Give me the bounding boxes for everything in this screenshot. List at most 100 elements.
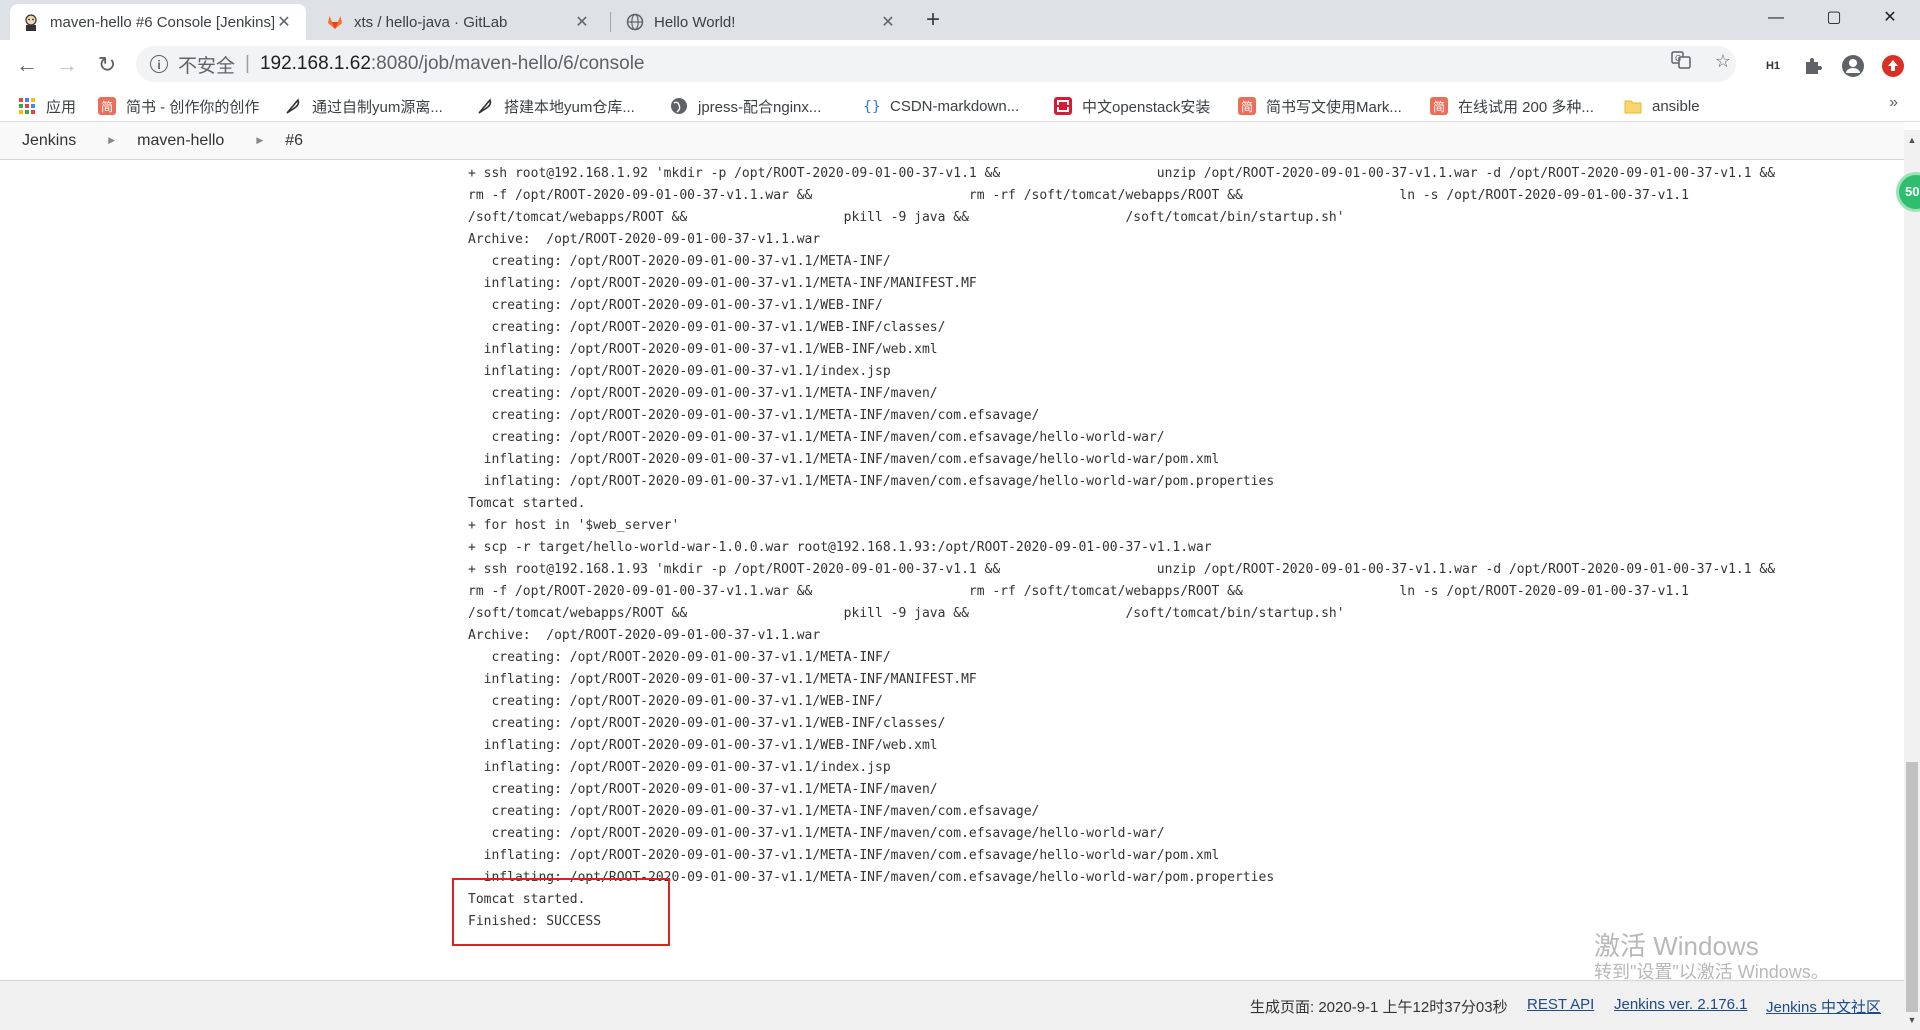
console-line: inflating: /opt/ROOT-2020-09-01-00-37-v1… (468, 364, 891, 379)
console-line: inflating: /opt/ROOT-2020-09-01-00-37-v1… (468, 452, 1220, 467)
bookmark-online-trial[interactable]: 简 在线试用 200 多种... (1430, 93, 1594, 119)
console-line: inflating: /opt/ROOT-2020-09-01-00-37-v1… (468, 870, 1275, 885)
address-path: :8080/job/maven-hello/6/console (370, 53, 645, 74)
console-line: creating: /opt/ROOT-2020-09-01-00-37-v1.… (468, 298, 883, 313)
browser-tab-strip: maven-hello #6 Console [Jenkins] ✕ xts /… (0, 0, 1920, 40)
console-line: creating: /opt/ROOT-2020-09-01-00-37-v1.… (468, 694, 883, 709)
address-bar[interactable]: i 不安全 | 192.168.1.62:8080/job/maven-hell… (136, 46, 1736, 82)
console-line: Tomcat started. (468, 892, 586, 907)
console-line: inflating: /opt/ROOT-2020-09-01-00-37-v1… (468, 738, 938, 753)
update-menu-icon[interactable] (1880, 53, 1906, 79)
openstack-icon (1054, 97, 1072, 115)
breadcrumb-job[interactable]: maven-hello (137, 132, 224, 150)
bookmark-label: 简书写文使用Mark... (1266, 98, 1402, 116)
gitlab-fox-icon (326, 13, 344, 31)
floating-badge[interactable]: 50 (1896, 172, 1920, 212)
console-output: + ssh root@192.168.1.92 'mkdir -p /opt/R… (468, 163, 1898, 933)
jenkins-butler-icon (22, 13, 40, 31)
new-tab-button[interactable]: + (918, 6, 948, 36)
feather-icon (284, 97, 302, 115)
globe-icon (670, 97, 688, 115)
jenkins-community-link[interactable]: Jenkins 中文社区 (1766, 996, 1881, 1017)
console-line: + for host in '$web_server' (468, 518, 680, 533)
tab-close-icon[interactable]: ✕ (572, 12, 592, 32)
breadcrumb: Jenkins ▶ maven-hello ▶ #6 (0, 122, 1904, 160)
console-line: rm -f /opt/ROOT-2020-09-01-00-37-v1.1.wa… (468, 584, 1689, 599)
bookmark-jianshu-create[interactable]: 简 简书 - 创作你的创作 (98, 93, 259, 119)
rest-api-link[interactable]: REST API (1527, 996, 1594, 1013)
tab-separator (610, 12, 611, 32)
console-line: creating: /opt/ROOT-2020-09-01-00-37-v1.… (468, 254, 891, 269)
bookmark-jpress[interactable]: jpress-配合nginx... (670, 93, 821, 119)
breadcrumb-jenkins[interactable]: Jenkins (22, 132, 76, 150)
account-avatar-icon[interactable] (1840, 53, 1866, 79)
tab-title: maven-hello #6 Console [Jenkins] (50, 13, 274, 31)
bookmark-label: 中文openstack安装 (1082, 98, 1211, 116)
console-line: Archive: /opt/ROOT-2020-09-01-00-37-v1.1… (468, 232, 821, 247)
jianshu-icon: 简 (98, 97, 116, 115)
bookmark-openstack[interactable]: 中文openstack安装 (1054, 93, 1210, 119)
tab-title: Hello World! (654, 13, 736, 31)
puzzle-extensions-icon[interactable] (1800, 53, 1826, 79)
bookmark-apps[interactable]: 应用 (18, 93, 76, 119)
bookmarks-bar: 应用 简 简书 - 创作你的创作 通过自制yum源离... 搭建本地yum仓库.… (0, 90, 1920, 122)
console-line: Tomcat started. (468, 496, 586, 511)
svg-text:G: G (1675, 54, 1681, 63)
console-line: inflating: /opt/ROOT-2020-09-01-00-37-v1… (468, 760, 891, 775)
page-footer: 生成页面: 2020-9-1 上午12时37分03秒 REST API Jenk… (0, 980, 1904, 1030)
bookmark-label: 应用 (46, 98, 77, 116)
folder-icon (1624, 97, 1642, 115)
console-line: creating: /opt/ROOT-2020-09-01-00-37-v1.… (468, 826, 1165, 841)
page-generated-time: 生成页面: 2020-9-1 上午12时37分03秒 (1250, 999, 1508, 1016)
bookmark-yum-offline[interactable]: 通过自制yum源离... (284, 93, 443, 119)
reload-button[interactable]: ↻ (92, 50, 122, 80)
jianshu-icon: 简 (1430, 97, 1448, 115)
scroll-down-arrow-icon[interactable]: ▼ (1904, 1012, 1920, 1028)
console-line: inflating: /opt/ROOT-2020-09-01-00-37-v1… (468, 474, 1275, 489)
console-line: creating: /opt/ROOT-2020-09-01-00-37-v1.… (468, 804, 1040, 819)
chevron-right-icon[interactable]: ▶ (256, 135, 263, 146)
minimize-button[interactable]: — (1748, 0, 1804, 36)
bookmark-jianshu-markdown[interactable]: 简 简书写文使用Mark... (1238, 93, 1402, 119)
bookmark-label: 在线试用 200 多种... (1458, 98, 1594, 116)
breadcrumb-build[interactable]: #6 (285, 132, 303, 150)
star-icon[interactable]: ☆ (1712, 50, 1734, 72)
console-line: + ssh root@192.168.1.92 'mkdir -p /opt/R… (468, 166, 1776, 181)
tab-gitlab[interactable]: xts / hello-java · GitLab ✕ (314, 4, 604, 40)
console-line: creating: /opt/ROOT-2020-09-01-00-37-v1.… (468, 430, 1165, 445)
window-close-button[interactable]: ✕ (1862, 0, 1918, 36)
jenkins-version-link[interactable]: Jenkins ver. 2.176.1 (1614, 996, 1747, 1013)
chevron-right-icon[interactable]: ▶ (108, 135, 115, 146)
bookmark-label: ansible (1652, 97, 1700, 115)
forward-button[interactable]: → (52, 50, 82, 80)
tab-hello-world[interactable]: Hello World! ✕ (614, 4, 910, 40)
console-line: + ssh root@192.168.1.93 'mkdir -p /opt/R… (468, 562, 1776, 577)
tab-close-icon[interactable]: ✕ (878, 12, 898, 32)
console-line: + scp -r target/hello-world-war-1.0.0.wa… (468, 540, 1212, 555)
maximize-button[interactable]: ▢ (1806, 0, 1862, 36)
bookmark-label: 搭建本地yum仓库... (504, 98, 635, 116)
tab-jenkins-console[interactable]: maven-hello #6 Console [Jenkins] ✕ (10, 4, 306, 40)
back-button[interactable]: ← (12, 50, 42, 80)
scrollbar-thumb[interactable] (1906, 762, 1918, 1012)
console-line: creating: /opt/ROOT-2020-09-01-00-37-v1.… (468, 320, 946, 335)
h1-extension-icon[interactable]: H1 (1760, 53, 1786, 79)
browser-toolbar: ← → ↻ i 不安全 | 192.168.1.62:8080/job/mave… (0, 40, 1920, 90)
apps-grid-icon (18, 97, 36, 115)
scroll-up-arrow-icon[interactable]: ▲ (1904, 132, 1920, 148)
bookmark-folder-ansible[interactable]: ansible (1624, 93, 1700, 119)
console-line: creating: /opt/ROOT-2020-09-01-00-37-v1.… (468, 716, 946, 731)
bookmark-csdn-markdown[interactable]: {} CSDN-markdown... (862, 93, 1019, 119)
jianshu-icon: 简 (1238, 97, 1256, 115)
bookmark-yum-local[interactable]: 搭建本地yum仓库... (476, 93, 635, 119)
translate-icon[interactable]: G (1670, 50, 1692, 72)
console-line: inflating: /opt/ROOT-2020-09-01-00-37-v1… (468, 342, 938, 357)
console-line: creating: /opt/ROOT-2020-09-01-00-37-v1.… (468, 650, 891, 665)
success-highlight-box (452, 878, 670, 946)
bookmarks-overflow-button[interactable]: » (1889, 94, 1898, 112)
address-host: 192.168.1.62 (259, 53, 371, 74)
bookmark-label: 通过自制yum源离... (312, 98, 443, 116)
address-separator: | (245, 53, 250, 74)
tab-close-icon[interactable]: ✕ (274, 12, 294, 32)
site-info-icon[interactable]: i (150, 55, 168, 73)
